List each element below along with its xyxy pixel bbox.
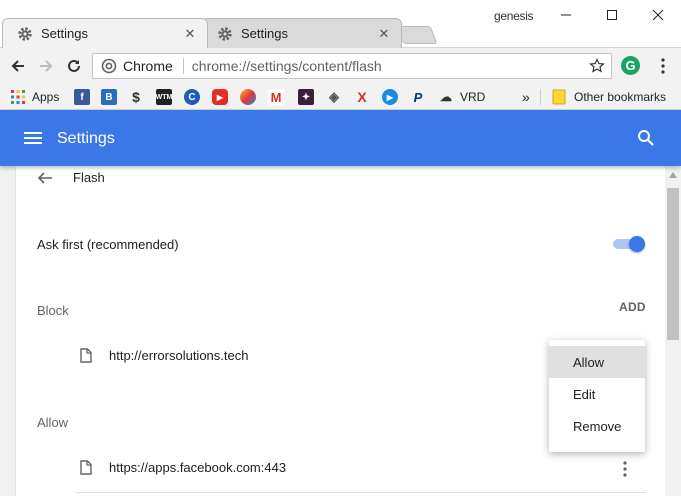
gmail-icon: M xyxy=(268,89,284,105)
bookmark-label: Other bookmarks xyxy=(574,90,667,104)
menu-item-remove[interactable]: Remove xyxy=(549,410,645,442)
back-arrow-icon[interactable] xyxy=(36,170,54,186)
bookmark-c[interactable]: C xyxy=(184,88,200,106)
scroll-up-arrow-icon[interactable] xyxy=(669,172,677,178)
youtube-icon: ▶ xyxy=(212,89,228,105)
tab-close-icon[interactable]: ✕ xyxy=(183,26,197,41)
dollar-icon: $ xyxy=(128,89,144,105)
chrome-icon xyxy=(101,58,117,74)
minimize-button[interactable] xyxy=(543,0,589,30)
address-bar[interactable]: Chrome chrome://settings/content/flash xyxy=(92,53,612,79)
block-section-label: Block xyxy=(37,303,69,318)
bookmark-apps[interactable]: Apps xyxy=(10,88,59,106)
gear-icon xyxy=(18,26,32,41)
bookmark-other[interactable]: Other bookmarks xyxy=(552,88,666,106)
bookmark-dollar[interactable]: $ xyxy=(128,88,144,106)
ask-first-toggle[interactable] xyxy=(613,236,645,252)
address-url[interactable]: chrome://settings/content/flash xyxy=(192,58,382,74)
new-tab-button[interactable] xyxy=(396,26,438,44)
arrow-left-icon xyxy=(11,60,24,72)
settings-header: Settings xyxy=(0,110,681,166)
c-site-icon: C xyxy=(184,89,200,105)
tab-title: Settings xyxy=(241,26,288,41)
arrow-right-icon xyxy=(40,60,53,72)
bookmark-gmail[interactable]: M xyxy=(268,88,284,106)
dark-site-icon: ✦ xyxy=(298,89,314,105)
ask-first-label: Ask first (recommended) xyxy=(37,237,179,252)
tab-settings-active[interactable]: Settings ✕ xyxy=(2,18,208,48)
bookmarks-bar: Apps f B $ WTM C ▶ M ✦ ◈ X ▶ P ☁ VRD » O… xyxy=(0,84,681,110)
back-button[interactable] xyxy=(6,54,30,78)
bookmarks-overflow[interactable]: » xyxy=(522,88,530,106)
play-circle-icon: ▶ xyxy=(382,89,398,105)
maximize-icon xyxy=(607,10,617,20)
close-icon xyxy=(652,9,664,21)
overflow-chevron: » xyxy=(522,89,530,105)
site-url: https://apps.facebook.com:443 xyxy=(109,460,287,475)
close-window-button[interactable] xyxy=(635,0,681,30)
bookmark-label: Apps xyxy=(32,90,60,104)
bookmark-youtube[interactable]: ▶ xyxy=(212,88,228,106)
menu-item-allow[interactable]: Allow xyxy=(549,346,645,378)
bookmarks-divider xyxy=(540,89,541,105)
settings-title: Settings xyxy=(57,130,115,147)
add-button[interactable]: ADD xyxy=(619,300,646,314)
star-icon[interactable] xyxy=(589,58,605,74)
site-action-menu: Allow Edit Remove xyxy=(549,340,645,452)
reload-icon xyxy=(68,59,80,72)
menu-item-edit[interactable]: Edit xyxy=(549,378,645,410)
bookmark-x[interactable]: X xyxy=(354,88,370,106)
bookmark-wtm[interactable]: WTM xyxy=(156,88,172,106)
chrome-menu-icon[interactable] xyxy=(656,56,670,76)
allow-section-label: Allow xyxy=(37,415,69,430)
file-icon xyxy=(80,460,92,475)
address-origin: Chrome xyxy=(123,58,173,74)
blocked-site-row: http://errorsolutions.tech xyxy=(80,348,248,363)
x-site-icon: X xyxy=(354,89,370,105)
colorful-site-icon xyxy=(240,89,256,105)
allowed-site-row: https://apps.facebook.com:443 xyxy=(80,460,286,475)
diamond-icon: ◈ xyxy=(326,89,342,105)
row-divider xyxy=(76,492,646,493)
cloud-icon: ☁ xyxy=(438,89,454,105)
wtm-icon: WTM xyxy=(156,89,172,105)
profile-name[interactable]: genesis xyxy=(494,9,534,23)
forward-button[interactable] xyxy=(34,54,58,78)
gear-icon xyxy=(218,26,232,41)
file-icon xyxy=(80,348,92,363)
facebook-icon: f xyxy=(74,89,90,105)
bookmark-b[interactable]: B xyxy=(101,88,117,106)
bookmark-diamond[interactable]: ◈ xyxy=(326,88,342,106)
more-actions-icon[interactable] xyxy=(620,460,630,478)
paypal-icon: P xyxy=(410,89,426,105)
b-site-icon: B xyxy=(101,89,117,105)
address-separator xyxy=(182,58,184,74)
reload-button[interactable] xyxy=(62,54,86,78)
grammarly-extension-icon[interactable]: G xyxy=(621,56,640,75)
tab-close-icon[interactable]: ✕ xyxy=(377,26,391,41)
site-url: http://errorsolutions.tech xyxy=(109,348,249,363)
bookmark-paypal[interactable]: P xyxy=(410,88,426,106)
search-icon[interactable] xyxy=(636,128,656,148)
page-title: Flash xyxy=(73,170,105,185)
scrollbar-thumb[interactable] xyxy=(667,188,679,340)
bookmark-facebook[interactable]: f xyxy=(74,88,90,106)
bookmark-colorful[interactable] xyxy=(240,88,256,106)
bookmark-circle[interactable]: ▶ xyxy=(382,88,398,106)
apps-grid-icon xyxy=(11,90,25,104)
maximize-button[interactable] xyxy=(589,0,635,30)
bookmark-vrd[interactable]: ☁ VRD xyxy=(438,88,485,106)
tab-settings-inactive[interactable]: Settings ✕ xyxy=(202,18,402,48)
folder-icon xyxy=(552,89,566,105)
hamburger-menu-icon[interactable] xyxy=(24,130,42,146)
toggle-knob xyxy=(629,236,645,252)
bookmark-label: VRD xyxy=(460,90,486,104)
tab-title: Settings xyxy=(41,26,88,41)
minimize-icon xyxy=(561,14,571,16)
bookmark-dark[interactable]: ✦ xyxy=(298,88,314,106)
